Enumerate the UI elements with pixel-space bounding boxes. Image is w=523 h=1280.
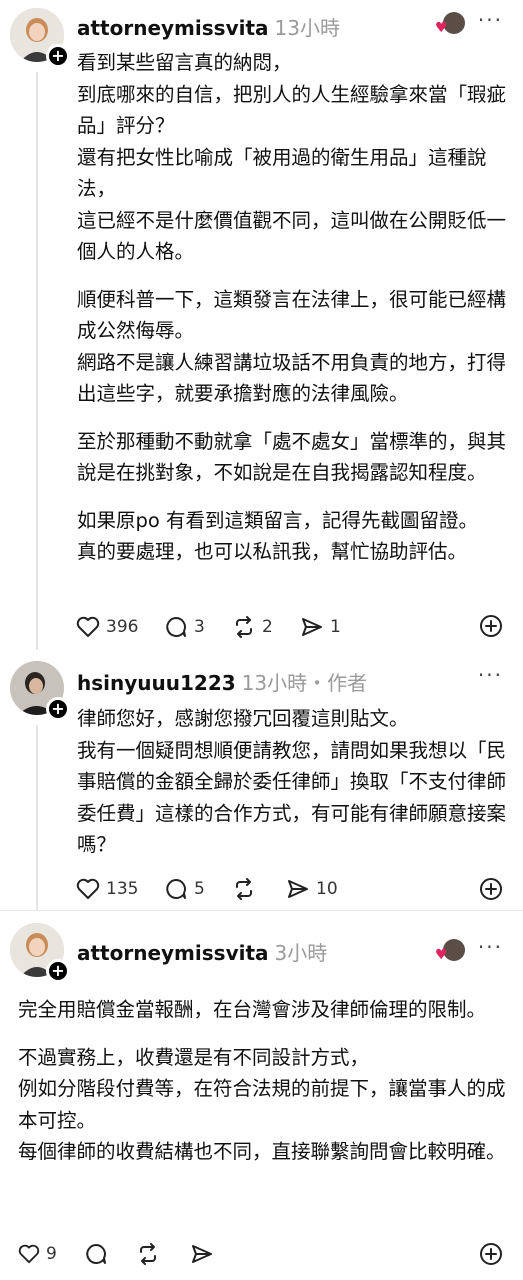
- liked-by-avatar: ♥: [435, 939, 465, 963]
- add-reply-icon[interactable]: [479, 614, 503, 642]
- liked-by-avatar: ♥: [435, 12, 465, 36]
- add-reply-icon[interactable]: [479, 877, 503, 905]
- timestamp: 13小時: [274, 16, 340, 40]
- like-count: 9: [46, 1244, 57, 1264]
- paragraph: 至於那種動不動就拿「處不處女」當標準的，與其說是在挑對象，不如說是在自我揭露認知…: [77, 429, 507, 485]
- paragraph: 完全用賠償金當報酬，在台灣會涉及律師倫理的限制。: [18, 998, 487, 1021]
- follow-plus-icon[interactable]: +: [46, 44, 70, 68]
- username[interactable]: hsinyuuu1223 13小時・作者: [77, 667, 367, 696]
- timestamp: 3小時: [274, 941, 328, 965]
- share-button[interactable]: [190, 1239, 214, 1269]
- paragraph: 不過實務上，收費還是有不同設計方式， 例如分階段付費等，在符合法規的前提下，讓當…: [18, 1045, 506, 1164]
- comment-button[interactable]: [84, 1239, 108, 1269]
- heart-outline-icon: [18, 1244, 40, 1264]
- username[interactable]: attorneymissvita 3小時: [77, 937, 327, 966]
- heart-icon: ♥: [435, 947, 448, 963]
- repost-button[interactable]: [136, 1239, 160, 1269]
- comment-icon: [166, 879, 186, 899]
- send-icon: [302, 618, 322, 636]
- repost-count: 2: [262, 617, 273, 637]
- heart-outline-icon: [76, 878, 100, 899]
- username[interactable]: attorneymissvita 13小時: [77, 12, 340, 41]
- repost-icon: [140, 1243, 156, 1265]
- like-button[interactable]: 396: [76, 612, 138, 642]
- share-button[interactable]: 10: [286, 874, 338, 904]
- repost-icon: [236, 878, 252, 900]
- send-icon: [288, 880, 308, 898]
- post-body: 完全用賠償金當報酬，在台灣會涉及律師倫理的限制。 不過實務上，收費還是有不同設計…: [18, 994, 508, 1184]
- heart-icon: ♥: [435, 20, 448, 36]
- avatar[interactable]: +: [10, 661, 70, 721]
- repost-icon: [236, 616, 252, 638]
- add-reply-icon[interactable]: [479, 1242, 503, 1270]
- paragraph: 看到某些留言真的納悶， 到底哪來的自信，把別人的人生經驗拿來當「瑕疵品」評分？ …: [77, 51, 507, 263]
- follow-plus-icon[interactable]: +: [46, 959, 70, 983]
- post-body: 看到某些留言真的納悶， 到底哪來的自信，把別人的人生經驗拿來當「瑕疵品」評分？ …: [77, 47, 507, 584]
- like-count: 396: [106, 617, 139, 637]
- comment-count: 5: [194, 879, 205, 899]
- share-button[interactable]: 1: [300, 612, 341, 642]
- follow-plus-icon[interactable]: +: [46, 697, 70, 721]
- action-bar: 396 3 2 1: [76, 612, 506, 642]
- send-icon: [192, 1245, 212, 1263]
- comment-button[interactable]: 5: [164, 874, 205, 904]
- like-count: 135: [106, 879, 139, 899]
- share-count: 1: [330, 617, 341, 637]
- like-button[interactable]: 9: [18, 1239, 57, 1269]
- post-body: 律師您好，感謝您撥冗回覆這則貼文。 我有一個疑問想順便請教您，請問如果我想以「民…: [77, 703, 507, 877]
- divider: [0, 910, 523, 911]
- action-bar: 9: [18, 1239, 448, 1269]
- comment-count: 3: [194, 617, 205, 637]
- paragraph: 順便科普一下，這類發言在法律上，很可能已經構成公然侮辱。 網路不是讓人練習講垃圾…: [77, 287, 507, 406]
- paragraph: 律師您好，感謝您撥冗回覆這則貼文。 我有一個疑問想順便請教您，請問如果我想以「民…: [77, 707, 507, 856]
- comment-icon: [166, 617, 186, 637]
- heart-outline-icon: [76, 616, 100, 637]
- more-options-icon[interactable]: ···: [478, 935, 503, 959]
- comment-button[interactable]: 3: [164, 612, 205, 642]
- repost-button[interactable]: 2: [232, 612, 273, 642]
- more-options-icon[interactable]: ···: [478, 8, 503, 32]
- avatar[interactable]: +: [10, 923, 70, 983]
- avatar[interactable]: +: [10, 8, 70, 68]
- like-button[interactable]: 135: [76, 874, 138, 904]
- comment-icon: [86, 1244, 106, 1264]
- share-count: 10: [316, 879, 338, 899]
- action-bar: 135 5 10: [76, 874, 506, 904]
- repost-button[interactable]: [232, 874, 256, 904]
- paragraph: 如果原po 有看到這類留言，記得先截圖留證。 真的要處理，也可以私訊我，幫忙協助…: [77, 508, 479, 564]
- thread-line: [36, 72, 38, 650]
- thread-line: [36, 725, 38, 910]
- timestamp: 13小時・作者: [241, 671, 368, 695]
- more-options-icon[interactable]: ···: [478, 663, 503, 687]
